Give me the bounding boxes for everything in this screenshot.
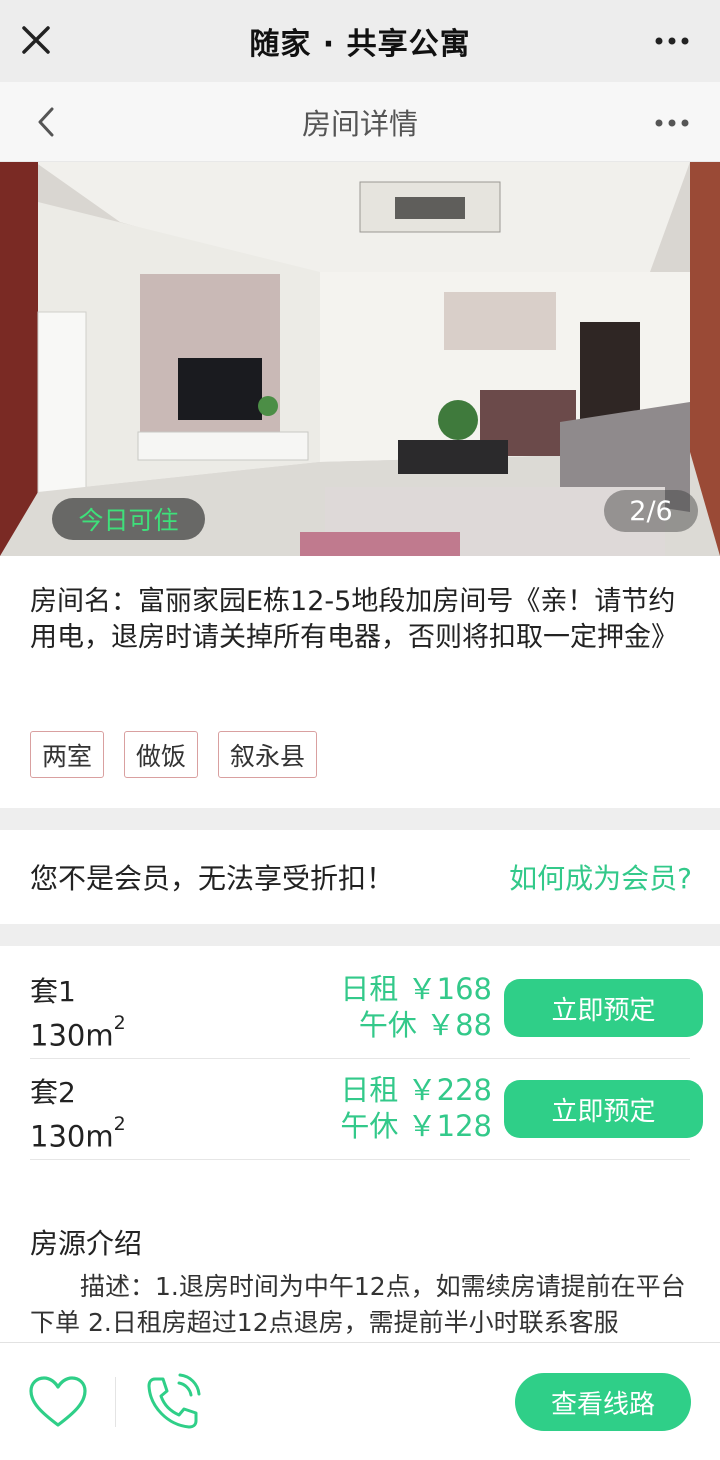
close-icon[interactable] <box>18 22 54 58</box>
unit-row: 套2 130m2 日租 ￥228 午休 ￥128 立即预定 <box>30 1060 703 1160</box>
bottom-action-bar: 查看线路 <box>0 1342 720 1460</box>
book-now-button[interactable]: 立即预定 <box>504 979 703 1037</box>
wechat-title-bar: 随家 · 共享公寓 <box>0 0 720 82</box>
daily-price: 日租 ￥228 <box>340 1073 492 1107</box>
phone-call-icon[interactable] <box>143 1373 203 1431</box>
heart-icon[interactable] <box>28 1375 88 1429</box>
membership-row: 您不是会员，无法享受折扣！ 如何成为会员? <box>0 830 720 924</box>
unit-area: 130m2 <box>30 1113 126 1154</box>
app-title: 随家 · 共享公寓 <box>249 27 471 62</box>
photo-counter: 2/6 <box>604 490 698 532</box>
unit-row: 套1 130m2 日租 ￥168 午休 ￥88 立即预定 <box>30 959 703 1059</box>
page-nav-bar: 房间详情 <box>0 82 720 162</box>
unit-prices: 日租 ￥168 午休 ￥88 <box>340 971 492 1043</box>
view-route-button[interactable]: 查看线路 <box>515 1373 691 1431</box>
room-tags: 两室 做饭 叙永县 <box>30 731 318 778</box>
unit-label: 套2 <box>30 1076 76 1109</box>
more-icon[interactable] <box>654 118 690 128</box>
section-divider <box>0 808 720 830</box>
availability-badge: 今日可住 <box>52 498 205 540</box>
room-tag: 叙永县 <box>218 731 318 778</box>
back-arrow-icon[interactable] <box>34 106 58 138</box>
divider <box>115 1377 116 1427</box>
nap-price: 午休 ￥88 <box>358 1008 492 1042</box>
daily-price: 日租 ￥168 <box>340 972 492 1006</box>
room-name: 房间名：富丽家园E栋12-5地段加房间号《亲！请节约用电，退房时请关掉所有电器，… <box>30 586 678 653</box>
unit-prices: 日租 ￥228 午休 ￥128 <box>340 1072 492 1144</box>
membership-link[interactable]: 如何成为会员? <box>509 857 692 897</box>
room-tag: 两室 <box>30 731 105 778</box>
nap-price: 午休 ￥128 <box>340 1109 492 1143</box>
unit-label: 套1 <box>30 975 76 1008</box>
page-title: 房间详情 <box>301 106 418 141</box>
more-icon[interactable] <box>654 36 690 46</box>
room-tag: 做饭 <box>124 731 199 778</box>
unit-area: 130m2 <box>30 1012 126 1053</box>
membership-notice: 您不是会员，无法享受折扣！ <box>30 862 395 895</box>
listing-intro-text: 描述：1.退房时间为中午12点，如需续房请提前在平台下单 2.日租房超过12点退… <box>30 1272 686 1337</box>
book-now-button[interactable]: 立即预定 <box>504 1080 703 1138</box>
section-divider <box>0 924 720 946</box>
listing-intro-title: 房源介绍 <box>30 1227 143 1260</box>
